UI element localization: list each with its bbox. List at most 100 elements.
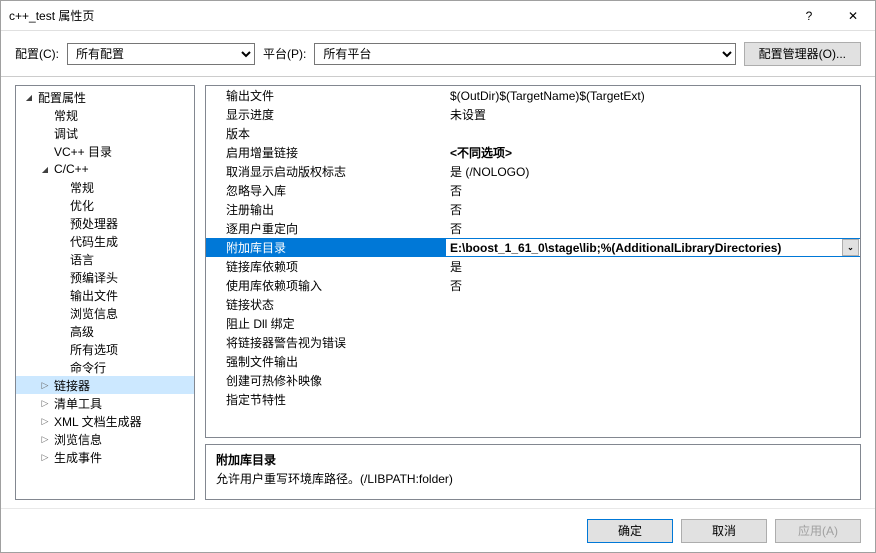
property-name: 创建可热修补映像 xyxy=(206,372,446,389)
tree-node[interactable]: 清单工具 xyxy=(16,394,194,412)
expand-icon[interactable] xyxy=(38,416,52,427)
tree-node[interactable]: 常规 xyxy=(16,178,194,196)
tree-node[interactable]: 优化 xyxy=(16,196,194,214)
property-row[interactable]: 忽略导入库否 xyxy=(206,181,860,200)
tree-node[interactable]: 生成事件 xyxy=(16,448,194,466)
expand-icon[interactable] xyxy=(38,452,52,463)
property-value[interactable]: <不同选项> xyxy=(446,144,860,161)
property-name: 显示进度 xyxy=(206,106,446,123)
property-row[interactable]: 使用库依赖项输入否 xyxy=(206,276,860,295)
property-name: 忽略导入库 xyxy=(206,182,446,199)
property-row[interactable]: 链接状态 xyxy=(206,295,860,314)
tree-node[interactable]: 预处理器 xyxy=(16,214,194,232)
footer: 确定 取消 应用(A) xyxy=(1,508,875,552)
property-name: 版本 xyxy=(206,125,446,142)
property-name: 取消显示启动版权标志 xyxy=(206,163,446,180)
property-name: 链接状态 xyxy=(206,296,446,313)
property-row[interactable]: 显示进度未设置 xyxy=(206,105,860,124)
tree-pane[interactable]: 配置属性常规调试VC++ 目录C/C++常规优化预处理器代码生成语言预编译头输出… xyxy=(15,85,195,500)
property-row[interactable]: 注册输出否 xyxy=(206,200,860,219)
expand-icon[interactable] xyxy=(38,434,52,445)
config-manager-button[interactable]: 配置管理器(O)... xyxy=(744,42,861,66)
property-row[interactable]: 附加库目录E:\boost_1_61_0\stage\lib;%(Additio… xyxy=(206,238,860,257)
property-value[interactable]: 未设置 xyxy=(446,106,860,123)
tree-label: 预处理器 xyxy=(68,215,118,232)
property-row[interactable]: 阻止 Dll 绑定 xyxy=(206,314,860,333)
collapse-icon[interactable] xyxy=(22,93,36,102)
window-title: c++_test 属性页 xyxy=(9,7,787,24)
property-name: 强制文件输出 xyxy=(206,353,446,370)
property-name: 输出文件 xyxy=(206,87,446,104)
dropdown-icon[interactable]: ⌄ xyxy=(842,239,859,256)
property-value[interactable]: 否 xyxy=(446,182,860,199)
apply-button[interactable]: 应用(A) xyxy=(775,519,861,543)
tree-label: 调试 xyxy=(52,125,78,142)
tree-label: 代码生成 xyxy=(68,233,118,250)
property-row[interactable]: 指定节特性 xyxy=(206,390,860,409)
help-button[interactable]: ? xyxy=(787,1,831,31)
property-row[interactable]: 取消显示启动版权标志是 (/NOLOGO) xyxy=(206,162,860,181)
cancel-button[interactable]: 取消 xyxy=(681,519,767,543)
property-value[interactable]: 否 xyxy=(446,201,860,218)
tree-label: 配置属性 xyxy=(36,89,86,106)
property-grid[interactable]: 输出文件$(OutDir)$(TargetName)$(TargetExt)显示… xyxy=(205,85,861,438)
title-bar: c++_test 属性页 ? ✕ xyxy=(1,1,875,31)
expand-icon[interactable] xyxy=(38,380,52,391)
tree-node[interactable]: 预编译头 xyxy=(16,268,194,286)
tree-label: 生成事件 xyxy=(52,449,102,466)
tree-node[interactable]: 调试 xyxy=(16,124,194,142)
tree-node[interactable]: 输出文件 xyxy=(16,286,194,304)
property-row[interactable]: 强制文件输出 xyxy=(206,352,860,371)
property-value[interactable]: 否 xyxy=(446,277,860,294)
property-name: 启用增量链接 xyxy=(206,144,446,161)
property-row[interactable]: 链接库依赖项是 xyxy=(206,257,860,276)
property-name: 将链接器警告视为错误 xyxy=(206,334,446,351)
property-name: 附加库目录 xyxy=(206,239,446,256)
tree-label: 浏览信息 xyxy=(68,305,118,322)
property-row[interactable]: 创建可热修补映像 xyxy=(206,371,860,390)
platform-label: 平台(P): xyxy=(263,45,306,62)
property-value[interactable]: 是 xyxy=(446,258,860,275)
platform-select[interactable]: 所有平台 xyxy=(314,43,735,65)
tree-node[interactable]: 常规 xyxy=(16,106,194,124)
tree-label: 链接器 xyxy=(52,377,90,394)
tree-node[interactable]: 配置属性 xyxy=(16,88,194,106)
property-name: 指定节特性 xyxy=(206,391,446,408)
tree-node[interactable]: 链接器 xyxy=(16,376,194,394)
description-panel: 附加库目录 允许用户重写环境库路径。(/LIBPATH:folder) xyxy=(205,444,861,500)
tree-node[interactable]: C/C++ xyxy=(16,160,194,178)
right-pane: 输出文件$(OutDir)$(TargetName)$(TargetExt)显示… xyxy=(205,85,861,500)
tree-node[interactable]: 高级 xyxy=(16,322,194,340)
property-row[interactable]: 逐用户重定向否 xyxy=(206,219,860,238)
toolbar: 配置(C): 所有配置 平台(P): 所有平台 配置管理器(O)... xyxy=(1,31,875,77)
description-body: 允许用户重写环境库路径。(/LIBPATH:folder) xyxy=(216,470,850,487)
property-value[interactable]: 否 xyxy=(446,220,860,237)
close-button[interactable]: ✕ xyxy=(831,1,875,31)
collapse-icon[interactable] xyxy=(38,165,52,174)
tree-node[interactable]: 浏览信息 xyxy=(16,430,194,448)
tree-label: 语言 xyxy=(68,251,94,268)
tree-node[interactable]: 代码生成 xyxy=(16,232,194,250)
property-name: 阻止 Dll 绑定 xyxy=(206,315,446,332)
tree-node[interactable]: XML 文档生成器 xyxy=(16,412,194,430)
ok-button[interactable]: 确定 xyxy=(587,519,673,543)
property-value[interactable]: E:\boost_1_61_0\stage\lib;%(AdditionalLi… xyxy=(446,239,860,256)
tree-label: XML 文档生成器 xyxy=(52,413,142,430)
property-row[interactable]: 输出文件$(OutDir)$(TargetName)$(TargetExt) xyxy=(206,86,860,105)
property-row[interactable]: 将链接器警告视为错误 xyxy=(206,333,860,352)
tree-node[interactable]: 浏览信息 xyxy=(16,304,194,322)
property-row[interactable]: 启用增量链接<不同选项> xyxy=(206,143,860,162)
property-value[interactable]: $(OutDir)$(TargetName)$(TargetExt) xyxy=(446,89,860,103)
tree-node[interactable]: 所有选项 xyxy=(16,340,194,358)
description-heading: 附加库目录 xyxy=(216,451,850,468)
config-select[interactable]: 所有配置 xyxy=(67,43,255,65)
tree-node[interactable]: 命令行 xyxy=(16,358,194,376)
expand-icon[interactable] xyxy=(38,398,52,409)
tree-node[interactable]: 语言 xyxy=(16,250,194,268)
property-row[interactable]: 版本 xyxy=(206,124,860,143)
property-value[interactable]: 是 (/NOLOGO) xyxy=(446,163,860,180)
tree-label: 所有选项 xyxy=(68,341,118,358)
tree-node[interactable]: VC++ 目录 xyxy=(16,142,194,160)
tree-label: 输出文件 xyxy=(68,287,118,304)
tree-label: 命令行 xyxy=(68,359,106,376)
